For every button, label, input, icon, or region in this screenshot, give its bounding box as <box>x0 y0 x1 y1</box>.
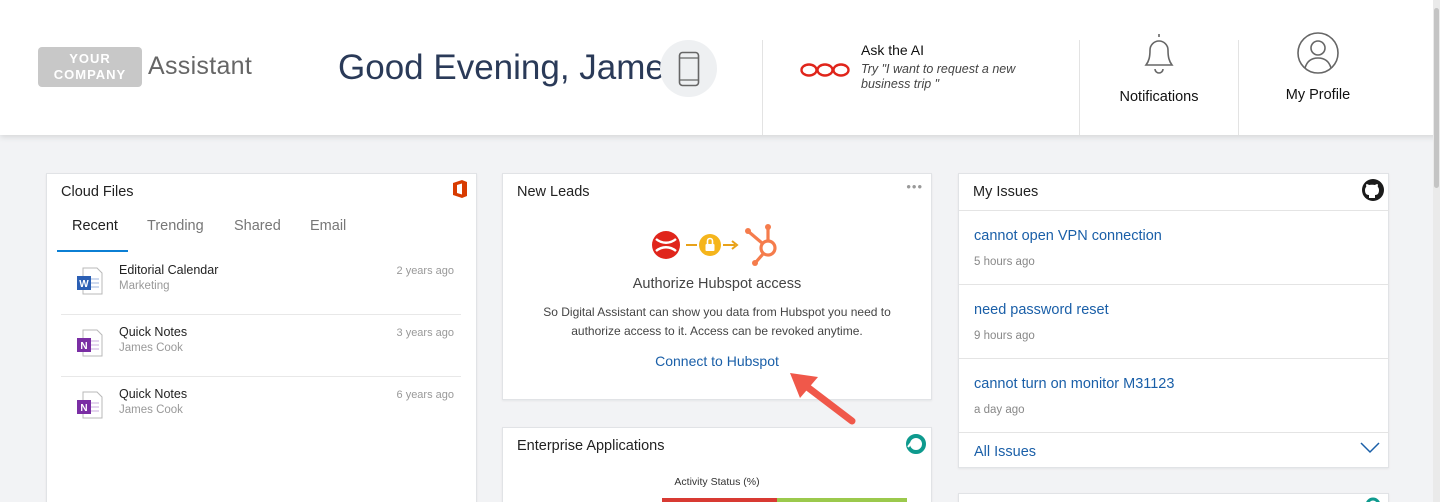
enterprise-logo-icon <box>906 434 926 454</box>
header-divider <box>762 40 763 135</box>
issue-title[interactable]: cannot turn on monitor M31123 <box>974 376 1174 392</box>
divider <box>959 432 1389 433</box>
enterprise-apps-title: Enterprise Applications <box>517 438 665 454</box>
issue-time: 9 hours ago <box>974 330 1035 342</box>
notifications-button[interactable]: Notifications <box>1084 30 1234 105</box>
svg-text:W: W <box>79 279 89 290</box>
hubspot-integration-graphic <box>652 224 777 266</box>
logo-line-2: COMPANY <box>53 67 127 82</box>
svg-text:N: N <box>80 403 87 414</box>
header-divider <box>1079 40 1080 135</box>
file-owner: Marketing <box>119 280 170 292</box>
onenote-icon: N <box>77 329 103 357</box>
header-divider <box>1238 40 1239 135</box>
issue-row[interactable]: cannot turn on monitor M31123 a day ago <box>959 358 1389 432</box>
issue-title[interactable]: need password reset <box>974 302 1109 318</box>
greeting-text: Good Evening, James <box>338 48 683 87</box>
svg-text:N: N <box>80 341 87 352</box>
top-header: YOUR COMPANY Assistant Good Evening, Jam… <box>0 0 1440 135</box>
tab-email[interactable]: Email <box>310 218 346 234</box>
active-tab-indicator <box>57 250 128 252</box>
office-logo-icon <box>453 180 467 198</box>
cloud-files-card: Cloud Files Recent Trending Shared Email… <box>46 173 477 502</box>
mobile-app-button[interactable] <box>660 40 717 97</box>
issue-row[interactable]: need password reset 9 hours ago <box>959 284 1389 358</box>
authorize-title: Authorize Hubspot access <box>632 276 802 292</box>
file-row[interactable]: N Quick Notes James Cook 3 years ago <box>61 315 461 377</box>
my-issues-title: My Issues <box>973 184 1039 200</box>
file-time: 3 years ago <box>396 327 454 339</box>
bell-icon <box>1144 34 1174 74</box>
ask-ai-prompt: Try "I want to request a new business tr… <box>861 62 1016 91</box>
activity-bar-red <box>662 498 777 502</box>
cloud-files-title: Cloud Files <box>61 184 134 200</box>
notifications-label: Notifications <box>1119 89 1199 105</box>
scrollbar-thumb[interactable] <box>1434 8 1439 188</box>
my-profile-button[interactable]: My Profile <box>1243 30 1393 103</box>
authorize-description: So Digital Assistant can show you data f… <box>543 305 891 338</box>
file-name: Editorial Calendar <box>119 263 219 277</box>
enterprise-apps-card: Enterprise Applications Activity Status … <box>502 427 932 502</box>
company-logo[interactable]: YOUR COMPANY <box>38 47 142 87</box>
file-time: 6 years ago <box>396 389 454 401</box>
annotation-arrow-icon <box>790 373 856 425</box>
file-row[interactable]: W Editorial Calendar Marketing 2 years a… <box>61 253 461 315</box>
app-logo-icon <box>1366 497 1380 502</box>
issue-time: a day ago <box>974 404 1025 416</box>
chevron-down-icon[interactable] <box>1360 442 1380 454</box>
github-icon <box>1362 179 1384 201</box>
phone-icon <box>678 51 699 86</box>
user-avatar-icon <box>1297 32 1339 74</box>
ask-ai-title[interactable]: Ask the AI <box>861 42 924 58</box>
issue-title[interactable]: cannot open VPN connection <box>974 228 1162 244</box>
file-name: Quick Notes <box>119 325 188 339</box>
file-owner: James Cook <box>119 342 183 354</box>
issue-row[interactable]: cannot open VPN connection 5 hours ago <box>959 210 1389 284</box>
file-owner: James Cook <box>119 404 183 416</box>
all-issues-link[interactable]: All Issues <box>974 444 1036 460</box>
file-name: Quick Notes <box>119 387 188 401</box>
tab-recent[interactable]: Recent <box>72 218 118 234</box>
my-profile-label: My Profile <box>1285 87 1351 103</box>
next-card <box>958 493 1389 502</box>
activity-status-label: Activity Status (%) <box>674 476 760 488</box>
more-options-icon[interactable]: ••• <box>906 179 923 194</box>
file-time: 2 years ago <box>396 265 454 277</box>
logo-line-1: YOUR <box>69 51 111 66</box>
ai-logo-icon <box>800 63 850 77</box>
tab-shared[interactable]: Shared <box>234 218 281 234</box>
issue-time: 5 hours ago <box>974 256 1035 268</box>
onenote-icon: N <box>77 391 103 419</box>
word-icon: W <box>77 267 103 295</box>
new-leads-card: New Leads ••• Authorize Hubspot access S… <box>502 173 932 400</box>
file-row[interactable]: N Quick Notes James Cook 6 years ago <box>61 377 461 439</box>
connect-hubspot-link[interactable]: Connect to Hubspot <box>503 353 931 369</box>
my-issues-card: My Issues cannot open VPN connection 5 h… <box>958 173 1389 468</box>
new-leads-title: New Leads <box>517 184 590 200</box>
activity-bar-green <box>777 498 907 502</box>
app-name: Assistant <box>148 52 253 80</box>
tab-trending[interactable]: Trending <box>147 218 204 234</box>
